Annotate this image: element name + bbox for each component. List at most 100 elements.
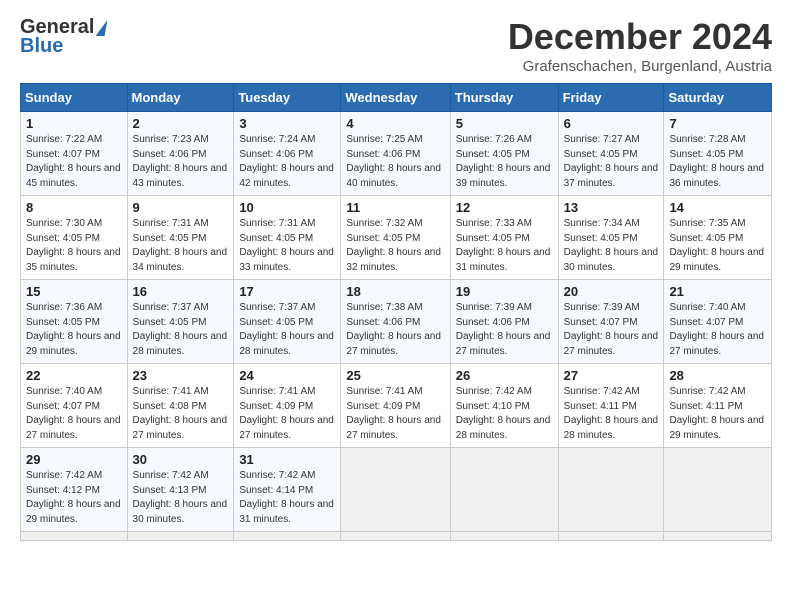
sunset-label: Sunset: 4:07 PM: [669, 317, 743, 328]
day-detail: Sunrise: 7:37 AM Sunset: 4:05 PM Dayligh…: [133, 301, 229, 359]
calendar-cell: 21 Sunrise: 7:40 AM Sunset: 4:07 PM Dayl…: [664, 280, 772, 364]
sunrise-label: Sunrise: 7:27 AM: [564, 134, 640, 145]
calendar-body: 1 Sunrise: 7:22 AM Sunset: 4:07 PM Dayli…: [21, 112, 772, 541]
sunrise-label: Sunrise: 7:25 AM: [346, 134, 422, 145]
day-number: 27: [564, 368, 659, 383]
daylight-label: Daylight: 8 hours and 36 minutes.: [669, 163, 764, 189]
daylight-label: Daylight: 8 hours and 29 minutes.: [669, 247, 764, 273]
day-detail: Sunrise: 7:42 AM Sunset: 4:12 PM Dayligh…: [26, 469, 122, 527]
daylight-label: Daylight: 8 hours and 40 minutes.: [346, 163, 441, 189]
daylight-label: Daylight: 8 hours and 30 minutes.: [564, 247, 659, 273]
calendar-cell: 27 Sunrise: 7:42 AM Sunset: 4:11 PM Dayl…: [558, 364, 664, 448]
col-thursday: Thursday: [450, 84, 558, 112]
sunset-label: Sunset: 4:07 PM: [26, 401, 100, 412]
calendar-cell: [341, 448, 450, 532]
daylight-label: Daylight: 8 hours and 28 minutes.: [456, 415, 551, 441]
calendar-cell: 1 Sunrise: 7:22 AM Sunset: 4:07 PM Dayli…: [21, 112, 128, 196]
day-number: 19: [456, 284, 553, 299]
daylight-label: Daylight: 8 hours and 37 minutes.: [564, 163, 659, 189]
calendar-cell: [341, 532, 450, 541]
sunset-label: Sunset: 4:05 PM: [346, 233, 420, 244]
calendar-cell: 14 Sunrise: 7:35 AM Sunset: 4:05 PM Dayl…: [664, 196, 772, 280]
calendar-cell: 12 Sunrise: 7:33 AM Sunset: 4:05 PM Dayl…: [450, 196, 558, 280]
daylight-label: Daylight: 8 hours and 34 minutes.: [133, 247, 228, 273]
day-detail: Sunrise: 7:40 AM Sunset: 4:07 PM Dayligh…: [26, 385, 122, 443]
col-saturday: Saturday: [664, 84, 772, 112]
sunrise-label: Sunrise: 7:41 AM: [346, 386, 422, 397]
sunset-label: Sunset: 4:10 PM: [456, 401, 530, 412]
calendar-cell: 9 Sunrise: 7:31 AM Sunset: 4:05 PM Dayli…: [127, 196, 234, 280]
sunrise-label: Sunrise: 7:42 AM: [239, 470, 315, 481]
sunrise-label: Sunrise: 7:41 AM: [239, 386, 315, 397]
day-number: 14: [669, 200, 766, 215]
sunset-label: Sunset: 4:05 PM: [133, 233, 207, 244]
sunrise-label: Sunrise: 7:34 AM: [564, 218, 640, 229]
sunrise-label: Sunrise: 7:42 AM: [456, 386, 532, 397]
subtitle: Grafenschachen, Burgenland, Austria: [508, 58, 772, 75]
sunset-label: Sunset: 4:11 PM: [564, 401, 637, 412]
day-number: 9: [133, 200, 229, 215]
sunrise-label: Sunrise: 7:22 AM: [26, 134, 102, 145]
daylight-label: Daylight: 8 hours and 43 minutes.: [133, 163, 228, 189]
header-row: Sunday Monday Tuesday Wednesday Thursday…: [21, 84, 772, 112]
day-number: 21: [669, 284, 766, 299]
daylight-label: Daylight: 8 hours and 27 minutes.: [456, 331, 551, 357]
day-detail: Sunrise: 7:23 AM Sunset: 4:06 PM Dayligh…: [133, 133, 229, 191]
day-number: 31: [239, 452, 335, 467]
calendar-cell: 5 Sunrise: 7:26 AM Sunset: 4:05 PM Dayli…: [450, 112, 558, 196]
calendar-cell: [450, 532, 558, 541]
day-detail: Sunrise: 7:41 AM Sunset: 4:09 PM Dayligh…: [239, 385, 335, 443]
calendar-row: 15 Sunrise: 7:36 AM Sunset: 4:05 PM Dayl…: [21, 280, 772, 364]
col-sunday: Sunday: [21, 84, 128, 112]
sunset-label: Sunset: 4:05 PM: [456, 233, 530, 244]
day-detail: Sunrise: 7:37 AM Sunset: 4:05 PM Dayligh…: [239, 301, 335, 359]
day-detail: Sunrise: 7:30 AM Sunset: 4:05 PM Dayligh…: [26, 217, 122, 275]
daylight-label: Daylight: 8 hours and 45 minutes.: [26, 163, 121, 189]
day-detail: Sunrise: 7:42 AM Sunset: 4:13 PM Dayligh…: [133, 469, 229, 527]
day-detail: Sunrise: 7:24 AM Sunset: 4:06 PM Dayligh…: [239, 133, 335, 191]
day-detail: Sunrise: 7:42 AM Sunset: 4:11 PM Dayligh…: [564, 385, 659, 443]
day-detail: Sunrise: 7:28 AM Sunset: 4:05 PM Dayligh…: [669, 133, 766, 191]
day-number: 15: [26, 284, 122, 299]
daylight-label: Daylight: 8 hours and 29 minutes.: [669, 415, 764, 441]
day-number: 2: [133, 116, 229, 131]
day-number: 23: [133, 368, 229, 383]
day-number: 25: [346, 368, 444, 383]
calendar-cell: 17 Sunrise: 7:37 AM Sunset: 4:05 PM Dayl…: [234, 280, 341, 364]
day-number: 12: [456, 200, 553, 215]
sunset-label: Sunset: 4:05 PM: [239, 317, 313, 328]
calendar-cell: 30 Sunrise: 7:42 AM Sunset: 4:13 PM Dayl…: [127, 448, 234, 532]
calendar-cell: [664, 532, 772, 541]
sunrise-label: Sunrise: 7:41 AM: [133, 386, 209, 397]
day-detail: Sunrise: 7:41 AM Sunset: 4:09 PM Dayligh…: [346, 385, 444, 443]
sunrise-label: Sunrise: 7:23 AM: [133, 134, 209, 145]
sunrise-label: Sunrise: 7:28 AM: [669, 134, 745, 145]
sunset-label: Sunset: 4:06 PM: [456, 317, 530, 328]
day-number: 7: [669, 116, 766, 131]
col-monday: Monday: [127, 84, 234, 112]
day-detail: Sunrise: 7:27 AM Sunset: 4:05 PM Dayligh…: [564, 133, 659, 191]
daylight-label: Daylight: 8 hours and 28 minutes.: [564, 415, 659, 441]
calendar-cell: [558, 448, 664, 532]
calendar-cell: [21, 532, 128, 541]
sunrise-label: Sunrise: 7:38 AM: [346, 302, 422, 313]
day-detail: Sunrise: 7:38 AM Sunset: 4:06 PM Dayligh…: [346, 301, 444, 359]
day-detail: Sunrise: 7:26 AM Sunset: 4:05 PM Dayligh…: [456, 133, 553, 191]
calendar-cell: 4 Sunrise: 7:25 AM Sunset: 4:06 PM Dayli…: [341, 112, 450, 196]
logo-blue: Blue: [20, 35, 63, 58]
sunrise-label: Sunrise: 7:42 AM: [133, 470, 209, 481]
daylight-label: Daylight: 8 hours and 32 minutes.: [346, 247, 441, 273]
calendar-cell: 7 Sunrise: 7:28 AM Sunset: 4:05 PM Dayli…: [664, 112, 772, 196]
sunset-label: Sunset: 4:05 PM: [26, 317, 100, 328]
sunrise-label: Sunrise: 7:31 AM: [133, 218, 209, 229]
day-number: 8: [26, 200, 122, 215]
sunrise-label: Sunrise: 7:42 AM: [26, 470, 102, 481]
day-number: 18: [346, 284, 444, 299]
sunset-label: Sunset: 4:05 PM: [456, 149, 530, 160]
daylight-label: Daylight: 8 hours and 42 minutes.: [239, 163, 334, 189]
calendar-cell: 16 Sunrise: 7:37 AM Sunset: 4:05 PM Dayl…: [127, 280, 234, 364]
sunset-label: Sunset: 4:05 PM: [133, 317, 207, 328]
daylight-label: Daylight: 8 hours and 31 minutes.: [239, 499, 334, 525]
sunset-label: Sunset: 4:05 PM: [669, 149, 743, 160]
sunset-label: Sunset: 4:05 PM: [669, 233, 743, 244]
